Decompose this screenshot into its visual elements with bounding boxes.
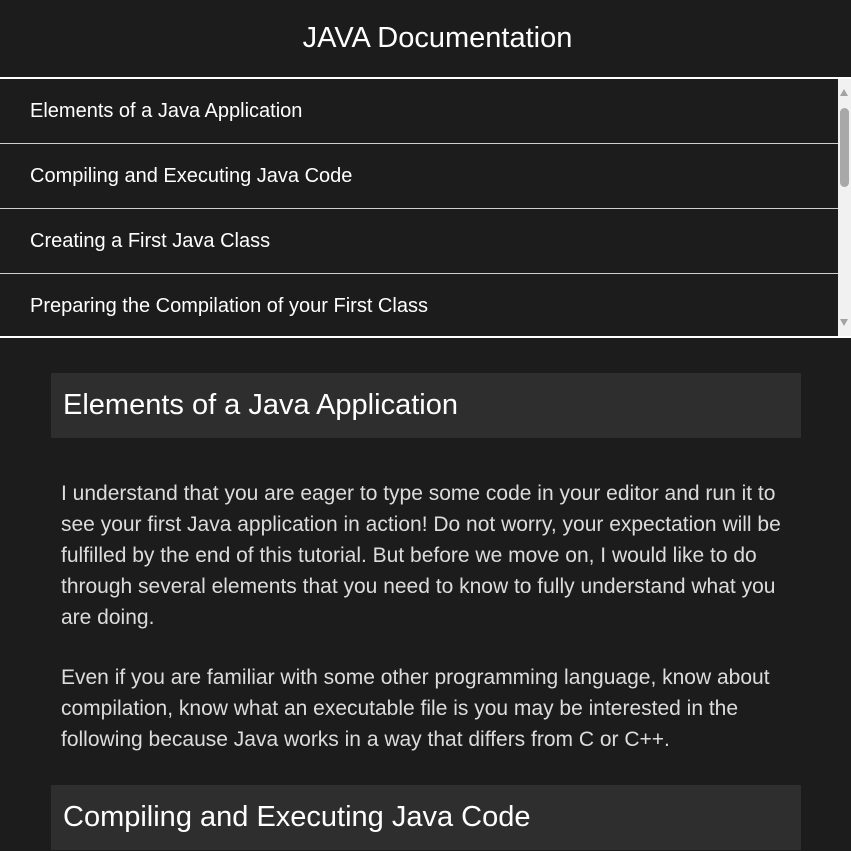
scroll-thumb[interactable] (840, 108, 849, 187)
main-doc: Elements of a Java Application I underst… (0, 338, 851, 851)
page-header: JAVA Documentation (0, 0, 851, 79)
nav-link-creating-first-class[interactable]: Creating a First Java Class (0, 209, 838, 274)
paragraph: Even if you are familiar with some other… (61, 666, 770, 751)
nav-link-compiling-and-executing[interactable]: Compiling and Executing Java Code (0, 144, 838, 209)
nav-list: Elements of a Java Application Compiling… (0, 79, 838, 336)
scroll-down-arrow-icon[interactable] (840, 319, 848, 326)
section-header: Compiling and Executing Java Code (51, 785, 801, 850)
nav-link-preparing-compilation[interactable]: Preparing the Compilation of your First … (0, 274, 838, 336)
section-title: Elements of a Java Application (63, 389, 458, 421)
paragraph: I understand that you are eager to type … (61, 482, 781, 629)
page-title: JAVA Documentation (302, 22, 573, 54)
section-title: Compiling and Executing Java Code (63, 801, 531, 833)
section-header: Elements of a Java Application (51, 373, 801, 438)
nav-scrollbar[interactable] (838, 79, 851, 336)
navbar: Elements of a Java Application Compiling… (0, 79, 851, 338)
scroll-up-arrow-icon[interactable] (840, 89, 848, 96)
nav-link-elements-of-java-application[interactable]: Elements of a Java Application (0, 79, 838, 144)
